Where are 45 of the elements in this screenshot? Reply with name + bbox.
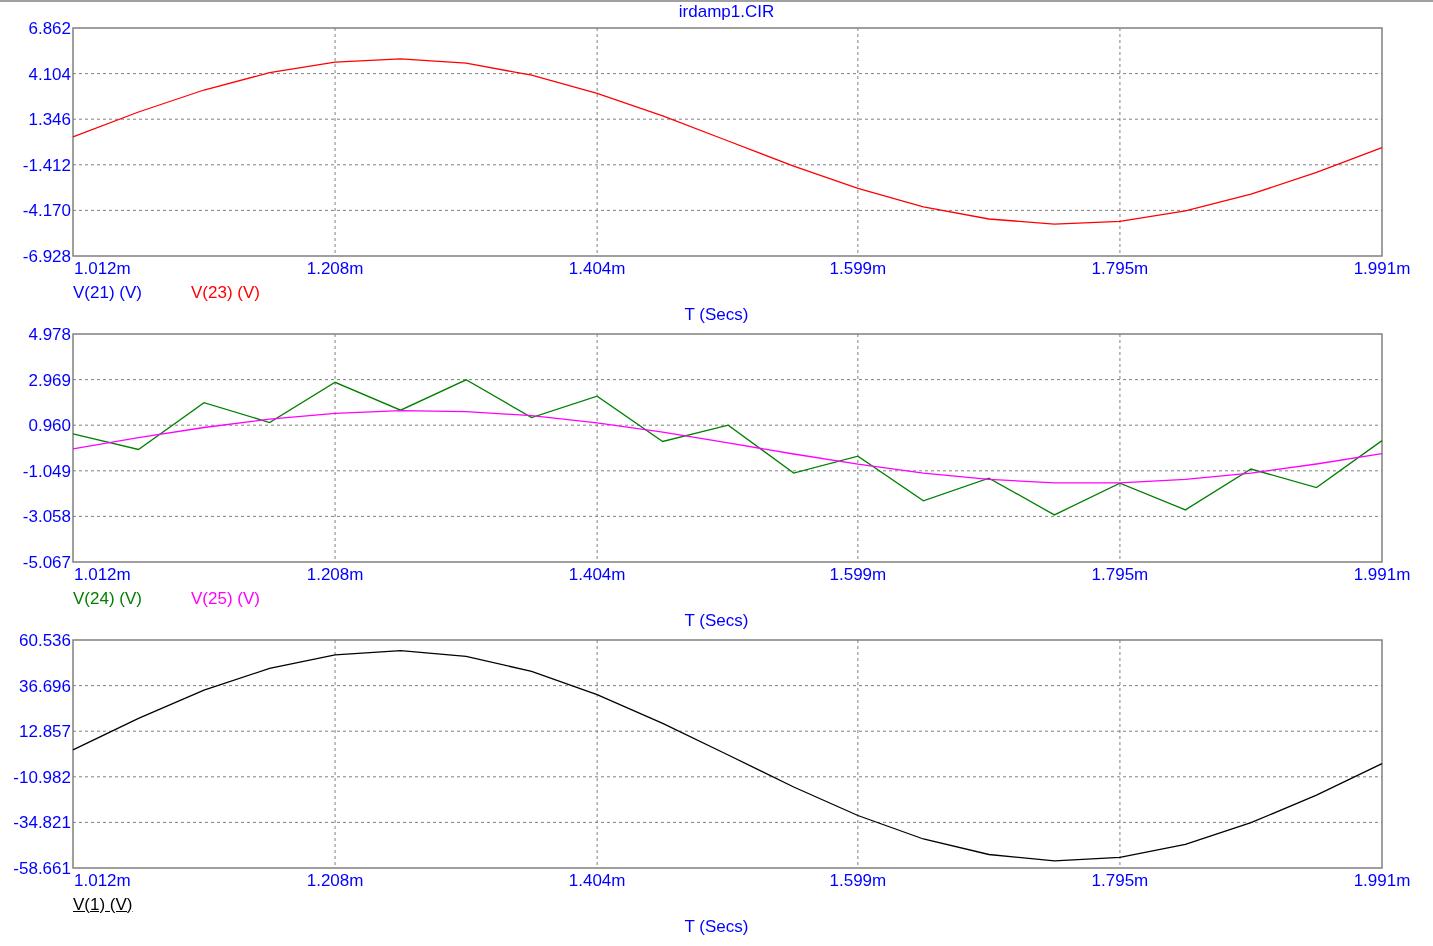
x-tick-label: 1.404m [568,565,626,584]
y-tick-label: -1.412 [22,155,71,175]
legend-label[interactable]: V(1) (V) [73,895,191,913]
y-tick-label: 0.960 [28,416,71,436]
plot-title: irdamp1.CIR [678,2,775,20]
x-tick-label: 1.208m [306,565,364,584]
y-tick-label: 36.696 [19,676,71,696]
legend-label[interactable]: V(25) (V) [191,589,309,607]
x-tick-label: 1.208m [306,871,364,890]
x-axis-title: T (Secs) [684,305,749,323]
y-tick-label: 4.104 [28,64,71,84]
x-tick-label: 1.208m [306,259,364,278]
y-tick-label: 60.536 [19,632,71,650]
x-tick-label: 1.991m [1353,565,1411,584]
x-tick-label: 1.795m [1091,565,1149,584]
legend-label[interactable]: V(21) (V) [73,283,191,301]
x-axis-title: T (Secs) [684,917,749,935]
y-tick-label: 12.857 [19,722,71,742]
y-tick-label: -6.928 [22,247,71,266]
y-tick-label: -58.661 [13,859,71,878]
x-tick-label: 1.012m [74,259,131,278]
y-tick-label: -4.170 [22,201,71,221]
x-tick-label: 1.404m [568,871,626,890]
y-tick-label: 2.969 [28,370,71,390]
x-tick-label: 1.599m [829,259,887,278]
x-tick-label: 1.599m [829,565,887,584]
y-tick-label: -5.067 [22,553,71,572]
legend-label[interactable]: V(23) (V) [191,283,309,301]
y-tick-label: -1.049 [22,461,71,481]
x-tick-label: 1.991m [1353,259,1411,278]
x-tick-label: 1.599m [829,871,887,890]
y-tick-label: -10.982 [13,767,71,787]
x-tick-label: 1.012m [74,871,131,890]
x-tick-label: 1.795m [1091,259,1149,278]
x-tick-label: 1.991m [1353,871,1411,890]
x-tick-label: 1.795m [1091,871,1149,890]
y-tick-label: -34.821 [13,813,71,833]
y-tick-label: -3.058 [22,507,71,527]
x-axis-title: T (Secs) [684,611,749,629]
y-tick-label: 4.978 [28,326,71,344]
x-tick-label: 1.012m [74,565,131,584]
legend-label[interactable]: V(24) (V) [73,589,191,607]
y-tick-label: 6.862 [28,20,71,38]
x-tick-label: 1.404m [568,259,626,278]
y-tick-label: 1.346 [28,110,71,130]
